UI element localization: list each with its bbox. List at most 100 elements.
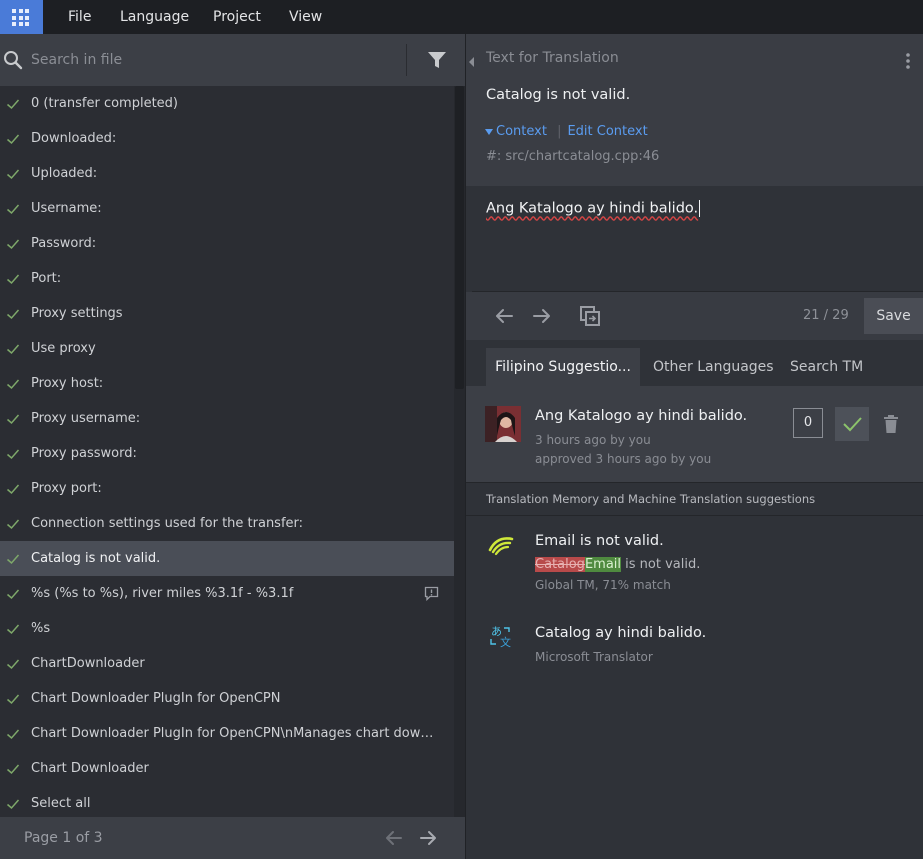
string-row[interactable]: 0 (transfer completed) [0, 86, 454, 121]
context-label: Context [496, 124, 547, 139]
copy-source-icon[interactable] [578, 304, 602, 328]
string-row[interactable]: Proxy password: [0, 436, 454, 471]
editor-panel: Text for Translation Catalog is not vali… [466, 34, 923, 859]
next-string-arrow-icon[interactable] [530, 304, 554, 328]
string-label: Proxy host: [31, 376, 104, 391]
caret-down-icon [485, 128, 493, 135]
string-row[interactable]: %s (%s to %s), river miles %3.1f - %3.1f [0, 576, 454, 611]
checkmark-icon [843, 417, 862, 432]
check-icon [7, 519, 20, 530]
string-row[interactable]: ChartDownloader [0, 646, 454, 681]
string-row[interactable]: Port: [0, 261, 454, 296]
string-list: 0 (transfer completed) Downloaded: Uploade… [0, 86, 454, 821]
previous-string-arrow-icon[interactable] [492, 304, 516, 328]
tab-other-languages[interactable]: Other Languages [653, 348, 774, 386]
comment-icon[interactable] [424, 586, 439, 601]
more-options-icon[interactable] [903, 52, 913, 70]
string-row[interactable]: Username: [0, 191, 454, 226]
string-label: Chart Downloader [31, 761, 149, 776]
string-row[interactable]: Chart Downloader [0, 751, 454, 786]
string-label: 0 (transfer completed) [31, 96, 178, 111]
string-row[interactable]: %s [0, 611, 454, 646]
filter-icon[interactable] [426, 49, 448, 71]
trash-icon[interactable] [882, 414, 900, 434]
string-counter: 21 / 29 [803, 308, 849, 323]
string-row[interactable]: Proxy settings [0, 296, 454, 331]
string-label: Connection settings used for the transfe… [31, 516, 304, 531]
tm-header-label: Translation Memory and Machine Translati… [486, 492, 816, 506]
string-row[interactable]: Uploaded: [0, 156, 454, 191]
string-label: Proxy username: [31, 411, 141, 426]
save-button[interactable]: Save [864, 298, 923, 334]
check-icon [7, 99, 20, 110]
svg-text:文: 文 [500, 635, 511, 649]
search-bar [0, 34, 465, 86]
diff-added: Email [584, 557, 622, 572]
edit-context-link[interactable]: Edit Context [567, 124, 647, 139]
apps-menu-button[interactable] [0, 0, 43, 34]
mt-source: Microsoft Translator [535, 650, 653, 664]
check-icon [7, 694, 20, 705]
tm-source-diff: CatalogEmail is not valid. [535, 557, 700, 572]
editor-toolbar: 21 / 29 Save [466, 292, 923, 340]
check-icon [7, 309, 20, 320]
menu-project[interactable]: Project [213, 0, 261, 34]
source-text: Catalog is not valid. [486, 87, 631, 103]
context-separator: | [557, 124, 562, 139]
tab-filipino-suggestions[interactable]: Filipino Suggestio... [486, 348, 640, 386]
check-icon [7, 344, 20, 355]
string-row[interactable]: Use proxy [0, 331, 454, 366]
check-icon [7, 659, 20, 670]
microsoft-translator-icon: あ 文 [490, 625, 511, 649]
apps-grid-icon [12, 9, 29, 26]
diff-removed: Catalog [535, 557, 585, 572]
translation-editor[interactable]: Ang Katalogo ay hindi balido. [466, 186, 923, 291]
string-label: Proxy port: [31, 481, 102, 496]
string-label: Password: [31, 236, 97, 251]
next-page-arrow-icon[interactable] [418, 828, 438, 848]
menu-language[interactable]: Language [120, 0, 189, 34]
string-row[interactable]: Select all [0, 786, 454, 821]
suggestion-tabs: Filipino Suggestio... Other Languages Se… [466, 340, 923, 386]
string-label: Chart Downloader PlugIn for OpenCPN\nMan… [31, 726, 436, 741]
scrollbar-thumb[interactable] [455, 86, 464, 389]
tm-match-info: Global TM, 71% match [535, 578, 671, 592]
string-row[interactable]: Proxy port: [0, 471, 454, 506]
string-row[interactable]: Proxy username: [0, 401, 454, 436]
mt-suggestion-item[interactable]: あ 文 Catalog ay hindi balido. Microsoft T… [466, 608, 923, 688]
string-row[interactable]: Connection settings used for the transfe… [0, 506, 454, 541]
string-row[interactable]: Chart Downloader PlugIn for OpenCPN [0, 681, 454, 716]
suggestion-approval: approved 3 hours ago by you [535, 452, 712, 466]
check-icon [7, 624, 20, 635]
prev-page-arrow-icon[interactable] [384, 828, 404, 848]
context-toggle[interactable]: Context [484, 124, 551, 139]
translation-text-wrap[interactable]: Ang Katalogo ay hindi balido. [486, 200, 701, 217]
check-icon [7, 484, 20, 495]
tab-search-tm[interactable]: Search TM [790, 348, 863, 386]
avatar [485, 406, 521, 442]
string-row[interactable]: Chart Downloader PlugIn for OpenCPN\nMan… [0, 716, 454, 751]
string-label: Proxy password: [31, 446, 137, 461]
source-section: Text for Translation Catalog is not vali… [466, 34, 923, 186]
string-row[interactable]: Password: [0, 226, 454, 261]
search-input[interactable] [31, 49, 391, 71]
string-row[interactable]: Catalog is not valid. [0, 541, 454, 576]
string-row[interactable]: Proxy host: [0, 366, 454, 401]
check-icon [7, 554, 20, 565]
tm-suggestion-item[interactable]: Email is not valid. CatalogEmail is not … [466, 516, 923, 608]
collapse-panel-icon[interactable] [466, 52, 478, 72]
string-label: Proxy settings [31, 306, 123, 321]
check-icon [7, 589, 20, 600]
string-label: Select all [31, 796, 91, 811]
menu-view[interactable]: View [289, 0, 322, 34]
string-label: Chart Downloader PlugIn for OpenCPN [31, 691, 281, 706]
approve-button[interactable] [835, 407, 869, 441]
page-label: Page 1 of 3 [24, 830, 103, 846]
string-label: ChartDownloader [31, 656, 145, 671]
menu-file[interactable]: File [68, 0, 91, 34]
search-icon [4, 51, 23, 70]
string-row[interactable]: Downloaded: [0, 121, 454, 156]
translation-text[interactable]: Ang Katalogo ay hindi balido. [486, 201, 698, 217]
string-label: Catalog is not valid. [31, 551, 161, 566]
suggestion-item: Ang Katalogo ay hindi balido. 3 hours ag… [466, 386, 923, 482]
